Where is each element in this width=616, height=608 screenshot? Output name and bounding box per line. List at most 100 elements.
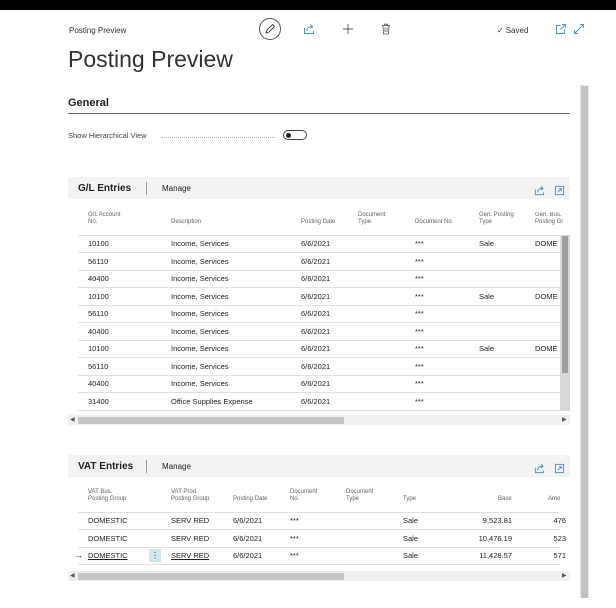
focus-mode-icon	[554, 463, 565, 474]
table-row[interactable]: 40400 Income, Services 6/6/2021 ***	[68, 323, 560, 340]
vat-entries-title[interactable]: VAT Entries	[78, 461, 133, 472]
table-row[interactable]: DOMESTIC SERV RED 6/6/2021 *** Sale 10,476.19…	[68, 530, 570, 547]
page-scrollbar-thumb[interactable]	[581, 86, 588, 598]
gl-cell-doc: ***	[415, 379, 424, 388]
scroll-right-icon[interactable]: ▶	[562, 572, 567, 579]
col-header-document-type[interactable]: Document Type	[358, 212, 385, 226]
table-row[interactable]: 10100 Income, Services 6/6/2021 *** Sale DOME	[68, 288, 560, 305]
gl-cell-acc: 31400	[88, 396, 109, 406]
col-header-posting-date[interactable]: Posting Date	[233, 496, 267, 503]
col-header-document-no[interactable]: Document No.	[415, 219, 453, 226]
breadcrumb: Posting Preview	[69, 26, 127, 35]
gl-cell-acc: 10100	[88, 291, 109, 301]
gl-vertical-scrollbar-thumb[interactable]	[562, 236, 568, 373]
gl-cell-date: 6/6/2021	[301, 361, 331, 371]
share-button[interactable]	[302, 22, 316, 36]
edit-button[interactable]	[259, 18, 281, 40]
gl-entries-title[interactable]: G/L Entries	[78, 183, 131, 194]
delete-button[interactable]	[379, 22, 393, 36]
gl-cell-doc: ***	[415, 344, 424, 353]
gl-horizontal-scrollbar-thumb[interactable]	[78, 417, 344, 424]
table-row[interactable]: 31400 Office Supplies Expense 6/6/2021 ***	[68, 393, 560, 410]
col-header-vat-prod-posting-group[interactable]: VAT Prod. Posting Group	[171, 489, 209, 503]
vat-cell-type: Sale	[403, 533, 419, 543]
gl-focus-mode-button[interactable]	[554, 183, 565, 196]
table-row[interactable]: 56110 Income, Services 6/6/2021 ***	[68, 358, 560, 375]
table-row[interactable]: 56110 Income, Services 6/6/2021 ***	[68, 253, 560, 270]
scroll-left-icon[interactable]: ◀	[70, 572, 75, 579]
vat-cell-bus: DOMESTIC	[88, 516, 128, 525]
vat-cell-prod[interactable]: SERV RED	[171, 551, 209, 560]
expand-button[interactable]	[572, 22, 586, 36]
vat-cell-amount: 571	[553, 551, 566, 560]
check-icon: ✓	[497, 26, 504, 35]
gl-entries-grid: G/L Account No. Description Posting Date …	[68, 199, 570, 429]
col-header-amount[interactable]: Amo	[548, 496, 560, 503]
vat-cell-date: 6/6/2021	[233, 551, 263, 560]
table-row[interactable]: DOMESTIC SERV RED 6/6/2021 *** Sale 9,523.81 4…	[68, 512, 570, 529]
table-row[interactable]: 40400 Income, Services 6/6/2021 ***	[68, 375, 560, 392]
open-in-new-icon	[556, 24, 566, 34]
gl-cell-doc: ***	[415, 361, 424, 371]
table-row[interactable]: 56110 Income, Services 6/6/2021 ***	[68, 305, 560, 322]
focus-mode-icon	[554, 185, 565, 196]
vat-cell-bus[interactable]: DOMESTIC	[88, 551, 128, 560]
gl-cell-date: 6/6/2021	[301, 379, 331, 388]
open-new-window-button[interactable]	[554, 22, 568, 36]
vat-manage-menu[interactable]: Manage	[162, 462, 191, 471]
col-header-gl-account-no[interactable]: G/L Account No.	[88, 212, 120, 226]
hierarchical-view-toggle[interactable]	[283, 130, 307, 140]
gl-cell-doc: ***	[415, 309, 424, 318]
gl-cell-acc: 40400	[88, 379, 109, 388]
gl-cell-desc: Income, Services	[171, 291, 229, 301]
vat-entries-part: VAT Entries Manage VAT Bus. Posting Group…	[68, 455, 570, 585]
col-header-gen-bus-posting-group[interactable]: Gen. Bus. Posting Gr	[535, 212, 567, 226]
vat-cell-base: 9,523.81	[482, 516, 512, 525]
gl-cell-type: Sale	[479, 239, 495, 248]
gl-cell-acc: 10100	[88, 344, 109, 353]
row-actions-button[interactable]: ⋮	[149, 549, 161, 562]
general-section-title[interactable]: General	[68, 97, 109, 109]
vat-focus-mode-button[interactable]	[554, 461, 565, 474]
scroll-right-icon[interactable]: ▶	[562, 416, 567, 423]
gl-cell-desc: Office Supplies Expense	[171, 396, 253, 406]
col-header-document-type[interactable]: Document Type	[346, 489, 373, 503]
gl-cell-acc: 40400	[88, 274, 109, 283]
col-header-posting-date[interactable]: Posting Date	[301, 219, 335, 226]
share-icon	[534, 186, 545, 196]
gl-cell-date: 6/6/2021	[301, 326, 331, 336]
new-button[interactable]	[341, 22, 355, 36]
vat-horizontal-scrollbar-thumb[interactable]	[78, 573, 344, 580]
vat-share-button[interactable]	[534, 461, 545, 474]
table-row[interactable]: 40400 Income, Services 6/6/2021 ***	[68, 270, 560, 287]
gl-cell-doc: ***	[415, 396, 424, 406]
vat-cell-date: 6/6/2021	[233, 516, 263, 525]
gl-cell-date: 6/6/2021	[301, 309, 331, 318]
gl-cell-date: 6/6/2021	[301, 239, 331, 248]
gl-cell-date: 6/6/2021	[301, 274, 331, 283]
col-header-vat-bus-posting-group[interactable]: VAT Bus. Posting Group	[88, 489, 126, 503]
gl-manage-menu[interactable]: Manage	[162, 184, 191, 193]
gl-cell-date: 6/6/2021	[301, 291, 331, 301]
share-icon	[534, 464, 545, 474]
gl-cell-desc: Income, Services	[171, 326, 229, 336]
vat-entries-header: VAT Entries Manage	[68, 455, 570, 477]
table-row[interactable]: → ⋮ DOMESTIC SERV RED 6/6/2021 *** Sale 11,428.…	[68, 547, 570, 564]
col-header-type[interactable]: Type	[403, 496, 416, 503]
gl-cell-acc: 10100	[88, 239, 109, 248]
col-header-base[interactable]: Base	[498, 496, 512, 503]
col-header-document-no[interactable]: Document No.	[290, 489, 317, 503]
row-divider	[78, 409, 560, 411]
gl-cell-bus: DOME	[535, 239, 558, 248]
saved-status: ✓ Saved	[497, 26, 529, 35]
divider	[146, 460, 147, 473]
table-row[interactable]: 10100 Income, Services 6/6/2021 *** Sale DOME	[68, 340, 560, 357]
share-icon	[304, 24, 314, 34]
gl-share-button[interactable]	[534, 183, 545, 196]
table-row[interactable]: 10100 Income, Services 6/6/2021 *** Sale DOME	[68, 235, 560, 252]
scroll-left-icon[interactable]: ◀	[70, 416, 75, 423]
col-header-gen-posting-type[interactable]: Gen. Posting Type	[479, 212, 514, 226]
vat-cell-amount: 476	[553, 516, 566, 525]
col-header-description[interactable]: Description	[171, 219, 201, 226]
gl-cell-date: 6/6/2021	[301, 256, 331, 266]
